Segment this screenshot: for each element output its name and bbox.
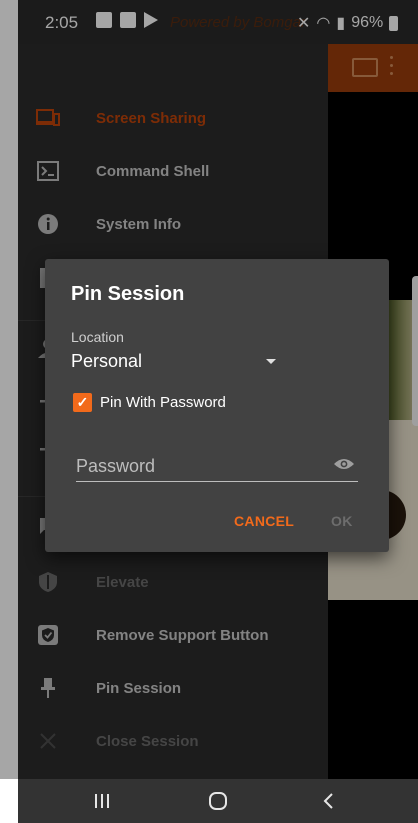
home-icon [209, 792, 227, 810]
pin-with-password-checkbox[interactable]: ✓ [73, 393, 92, 412]
ok-button[interactable]: OK [331, 513, 353, 529]
pin-with-password-label[interactable]: Pin With Password [100, 394, 226, 411]
system-navigation-bar [18, 779, 418, 823]
dialog-title: Pin Session [71, 283, 185, 305]
dropdown-arrow-icon [266, 359, 276, 364]
show-password-icon[interactable] [333, 457, 355, 471]
back-button[interactable] [298, 779, 358, 823]
pin-session-dialog: Pin Session Location Personal ✓ Pin With… [45, 259, 389, 552]
location-label: Location [71, 329, 124, 345]
checkmark-icon: ✓ [76, 394, 89, 410]
location-value: Personal [71, 351, 143, 371]
home-button[interactable] [188, 779, 248, 823]
password-field[interactable] [76, 451, 358, 482]
recents-button[interactable] [72, 779, 132, 823]
back-icon [323, 793, 333, 809]
location-dropdown[interactable]: Personal [71, 351, 276, 377]
cancel-button[interactable]: CANCEL [234, 513, 294, 529]
recents-icon [95, 794, 109, 808]
